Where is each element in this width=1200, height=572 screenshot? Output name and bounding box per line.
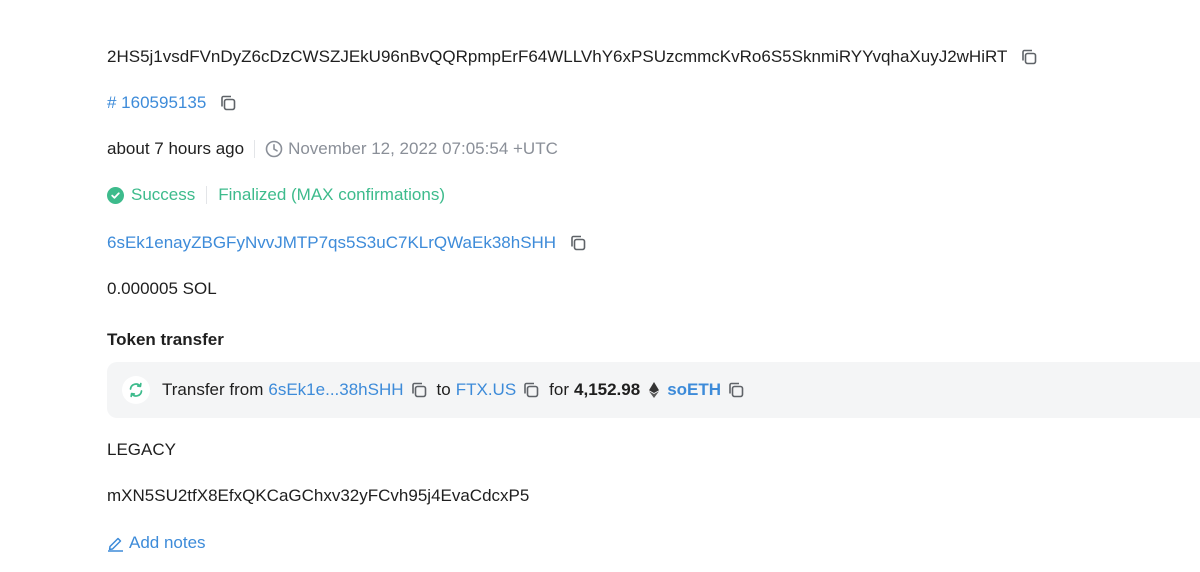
signer-address-link[interactable]: 6sEk1enayZBGFyNvvJMTP7qs5S3uC7KLrQWaEk38…	[107, 232, 556, 254]
copy-icon[interactable]	[409, 380, 429, 400]
copy-icon[interactable]	[521, 380, 541, 400]
from-address-link[interactable]: 6sEk1e...38hSHH	[268, 380, 403, 400]
token-transfer-panel: Transfer from 6sEk1e...38hSHH to FTX.US …	[107, 362, 1200, 418]
add-notes-label: Add notes	[129, 533, 206, 552]
timestamp-absolute: November 12, 2022 07:05:54 +UTC	[288, 139, 558, 158]
copy-icon[interactable]	[218, 93, 238, 113]
to-label: to	[436, 380, 451, 399]
section-title: Token transfer	[107, 330, 224, 349]
transfer-from-label: Transfer from	[162, 380, 264, 399]
divider	[254, 140, 256, 158]
status-confirmation: Finalized (MAX confirmations)	[218, 185, 445, 204]
ethereum-icon	[648, 381, 660, 399]
to-address-link[interactable]: FTX.US	[456, 380, 516, 400]
copy-icon[interactable]	[568, 233, 588, 253]
signature-row: 2HS5j1vsdFVnDyZ6cDzCWSZJEkU96nBvQQRpmpEr…	[107, 46, 1039, 68]
token-transfer-section: Token transfer	[107, 329, 224, 351]
token-link[interactable]: soETH	[667, 380, 721, 400]
fee-value: 0.000005 SOL	[107, 279, 217, 298]
signature-value: 2HS5j1vsdFVnDyZ6cDzCWSZJEkU96nBvQQRpmpEr…	[107, 47, 1008, 66]
status-result: Success	[131, 185, 196, 204]
block-row: # 160595135	[107, 92, 238, 114]
signer-row: 6sEk1enayZBGFyNvvJMTP7qs5S3uC7KLrQWaEk38…	[107, 232, 588, 254]
fee-row: 0.000005 SOL	[107, 278, 217, 300]
version-value: LEGACY	[107, 440, 176, 459]
copy-icon[interactable]	[726, 380, 746, 400]
block-link[interactable]: # 160595135	[107, 92, 206, 114]
for-label: for	[549, 380, 570, 399]
status-row: Success Finalized (MAX confirmations)	[107, 184, 445, 206]
copy-icon[interactable]	[1019, 47, 1039, 67]
blockhash-value: mXN5SU2tfX8EfxQKCaGChxv32yFCvh95j4EvaCdc…	[107, 486, 530, 505]
transfer-amount: 4,152.98	[574, 380, 641, 399]
timestamp-row: about 7 hours ago November 12, 2022 07:0…	[107, 138, 558, 160]
swap-icon	[122, 376, 150, 404]
blockhash-row: mXN5SU2tfX8EfxQKCaGChxv32yFCvh95j4EvaCdc…	[107, 485, 529, 507]
check-circle-icon	[107, 186, 124, 204]
divider	[206, 186, 208, 204]
version-row: LEGACY	[107, 439, 176, 461]
add-notes-link[interactable]: Add notes	[107, 532, 206, 554]
timestamp-relative: about 7 hours ago	[107, 139, 245, 158]
clock-icon	[265, 140, 283, 158]
pencil-icon	[107, 535, 124, 552]
